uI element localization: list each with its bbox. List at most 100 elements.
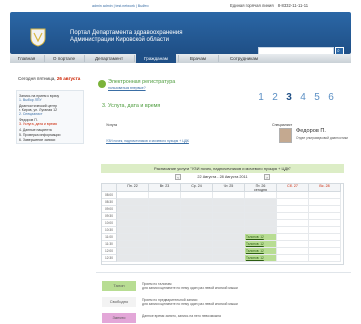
busy-slot xyxy=(213,241,245,248)
empty-slot xyxy=(309,227,341,234)
empty-slot xyxy=(277,199,309,206)
nav-item-citizens[interactable]: Гражданам xyxy=(136,54,176,63)
ticket-slot[interactable]: Талонов: 12 xyxy=(245,241,277,248)
nav-item-staff[interactable]: Сотрудникам xyxy=(220,54,268,63)
legend-description: Прием по предварительной записи для запис… xyxy=(142,298,322,306)
day-header: Пт. 26 сегодня xyxy=(245,184,277,192)
empty-slot xyxy=(117,192,149,199)
step-link-1[interactable]: 1. Выбор ЛПУ xyxy=(19,98,42,102)
time-label: 11:00 xyxy=(102,234,117,241)
step-6: 6. Завершение записи xyxy=(19,138,56,142)
busy-slot xyxy=(149,206,181,213)
step-number-2[interactable]: 2 xyxy=(268,92,282,103)
busy-slot xyxy=(213,234,245,241)
specialist-header: Специалист xyxy=(272,123,293,127)
portal-title: Портал Департамента здравоохранения Адми… xyxy=(70,30,183,43)
time-label: 08:30 xyxy=(102,199,117,206)
user-links[interactable]: admin admin | test.network | Выйти xyxy=(92,4,148,8)
doctor-name: Федоров П. xyxy=(296,128,326,134)
schedule-title: Расписание услуги "УЗИ почек, надпочечни… xyxy=(101,164,344,173)
hotline: Единая горячая линия 8-8332-11-11-11 xyxy=(230,3,308,8)
today-prefix: Сегодня пятница, xyxy=(18,76,56,81)
busy-slot xyxy=(245,199,277,206)
busy-slot xyxy=(181,241,213,248)
busy-slot xyxy=(117,227,149,234)
service-link[interactable]: УЗИ почек, надпочечников и мочевого пузы… xyxy=(106,139,202,143)
empty-slot xyxy=(309,220,341,227)
busy-slot xyxy=(181,234,213,241)
busy-slot xyxy=(245,213,277,220)
nav-divider xyxy=(134,55,135,62)
busy-slot xyxy=(181,227,213,234)
empty-slot xyxy=(277,227,309,234)
coat-of-arms-logo xyxy=(30,28,46,47)
empty-slot xyxy=(277,255,309,262)
busy-slot xyxy=(117,199,149,206)
main-nav: Главная О портале Департамент Гражданам … xyxy=(10,54,351,63)
empty-slot xyxy=(245,192,277,199)
busy-slot xyxy=(149,220,181,227)
busy-slot xyxy=(245,220,277,227)
empty-slot xyxy=(309,213,341,220)
empty-slot xyxy=(309,248,341,255)
empty-slot xyxy=(277,241,309,248)
busy-slot xyxy=(181,206,213,213)
week-range: 22 Августа - 28 Августа 2011 xyxy=(197,175,248,179)
legend-swatch: Талон xyxy=(102,281,136,291)
day-header: Ср. 24 xyxy=(181,184,213,192)
schedule-corner xyxy=(102,184,117,192)
top-strip: admin admin | test.network | Выйти Едина… xyxy=(0,0,361,12)
busy-slot xyxy=(181,220,213,227)
busy-slot xyxy=(181,199,213,206)
first-time-link[interactable]: пользоваться впервые? xyxy=(108,86,146,90)
day-label: Чт. 25 xyxy=(223,184,234,188)
day-label: Вс. 28 xyxy=(319,184,330,188)
nav-item-doctors[interactable]: Врачам xyxy=(180,54,216,63)
section-title: 3. Услуга, дата и время xyxy=(102,103,161,109)
legend-line: для записи щелкните по нему один раз лев… xyxy=(142,286,238,290)
ticket-slot[interactable]: Талонов: 12 xyxy=(245,234,277,241)
day-label: Сб. 27 xyxy=(287,184,298,188)
empty-slot xyxy=(181,192,213,199)
prev-week-button[interactable]: ‹ xyxy=(175,174,181,180)
registry-icon xyxy=(98,80,106,88)
day-header: Пн. 22 xyxy=(117,184,149,192)
legend-divider xyxy=(96,272,351,273)
legend-line: Данное время занято, запись на него нево… xyxy=(142,314,221,318)
busy-slot xyxy=(149,241,181,248)
legend-swatch: Занято xyxy=(102,313,136,323)
doctor-photo xyxy=(279,128,292,143)
step-number-1[interactable]: 1 xyxy=(254,92,268,103)
empty-slot xyxy=(213,192,245,199)
day-header: Сб. 27 xyxy=(277,184,309,192)
ticket-slot[interactable]: Талонов: 12 xyxy=(245,248,277,255)
step-link-2[interactable]: 2. Специалист xyxy=(19,112,43,116)
busy-slot xyxy=(117,220,149,227)
day-label: Вт. 23 xyxy=(159,184,170,188)
busy-slot xyxy=(245,206,277,213)
step-4: 4. Данные пациента xyxy=(19,128,52,132)
day-label: Пн. 22 xyxy=(127,184,138,188)
busy-slot xyxy=(213,206,245,213)
busy-slot xyxy=(213,199,245,206)
booking-steps-panel: Запись на прием к врачу 1. Выбор ЛПУ Диа… xyxy=(16,90,84,144)
empty-slot xyxy=(277,220,309,227)
week-navigator: ‹ 22 Августа - 28 Августа 2011 › xyxy=(101,174,344,181)
time-label: 09:00 xyxy=(102,206,117,213)
busy-slot xyxy=(245,227,277,234)
nav-item-about[interactable]: О портале xyxy=(45,54,83,63)
day-header: Вс. 28 xyxy=(309,184,341,192)
empty-slot xyxy=(277,192,309,199)
empty-slot xyxy=(277,206,309,213)
nav-item-home[interactable]: Главная xyxy=(10,54,43,63)
ticket-slot[interactable]: Талонов: 12 xyxy=(245,255,277,262)
busy-slot xyxy=(181,255,213,262)
empty-slot xyxy=(149,192,181,199)
day-label: Ср. 24 xyxy=(191,184,202,188)
busy-slot xyxy=(117,213,149,220)
step-number-4: 4 xyxy=(300,92,306,103)
nav-item-department[interactable]: Департамент xyxy=(85,54,133,63)
busy-slot xyxy=(117,234,149,241)
today-date: Сегодня пятница, 26 августа xyxy=(18,76,80,81)
next-week-button[interactable]: › xyxy=(264,174,270,180)
